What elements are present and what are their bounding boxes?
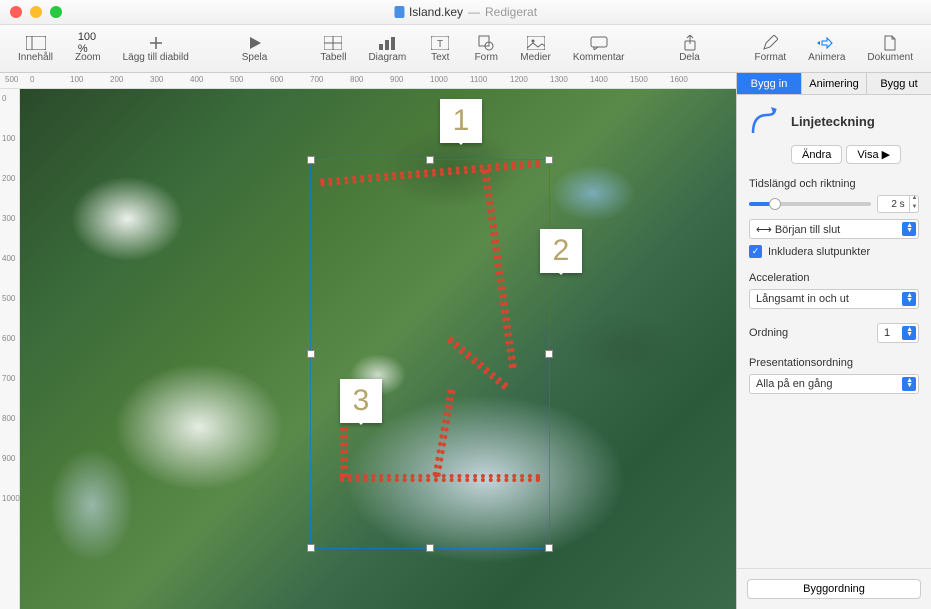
direction-select[interactable]: ⟷ Början till slut ▲▼	[749, 219, 919, 239]
resize-handle[interactable]	[545, 350, 553, 358]
play-icon	[245, 34, 265, 52]
inspector-tabs: Bygg in Animering Bygg ut	[737, 73, 931, 95]
text-button[interactable]: T Text	[418, 32, 462, 65]
build-order-button[interactable]: Byggordning	[747, 579, 921, 599]
comment-button[interactable]: Kommentar	[563, 32, 635, 65]
duration-field[interactable]: 2 s ▲▼	[877, 195, 919, 213]
map-marker-2[interactable]: 2	[540, 229, 582, 273]
resize-handle[interactable]	[545, 544, 553, 552]
order-select[interactable]: 1 ▲▼	[877, 323, 919, 343]
svg-text:T: T	[437, 39, 443, 50]
panels-icon	[26, 34, 46, 52]
resize-handle[interactable]	[426, 544, 434, 552]
map-marker-1[interactable]: 1	[440, 99, 482, 143]
animate-button[interactable]: Animera	[798, 32, 855, 65]
window-controls	[10, 6, 62, 18]
share-icon	[680, 34, 700, 52]
duration-stepper[interactable]: ▲▼	[909, 195, 919, 213]
edit-status: Redigerat	[485, 5, 537, 19]
ruler-vertical: 0 100 200 300 400 500 600 700 800 900 10…	[0, 89, 20, 609]
resize-handle[interactable]	[426, 156, 434, 164]
play-button[interactable]: Spela	[232, 32, 278, 65]
canvas[interactable]: 500 0 100 200 300 400 500 600 700 800 90…	[0, 73, 736, 609]
resize-handle[interactable]	[307, 350, 315, 358]
tab-build-out[interactable]: Bygg ut	[867, 73, 931, 94]
toolbar: Innehåll 100 % Zoom Lägg till diabild Sp…	[0, 25, 931, 73]
line-draw-icon	[749, 105, 781, 137]
slider-thumb[interactable]	[769, 198, 781, 210]
preview-button[interactable]: Visa ▶	[846, 145, 901, 164]
filename: Island.key	[409, 5, 463, 19]
plus-icon	[146, 34, 166, 52]
format-button[interactable]: Format	[744, 32, 796, 65]
shape-icon	[476, 34, 496, 52]
add-slide-button[interactable]: Lägg till diabild	[113, 32, 199, 65]
inspector-panel: Bygg in Animering Bygg ut Linjeteckning …	[736, 73, 931, 609]
close-icon[interactable]	[10, 6, 22, 18]
duration-label: Tidslängd och riktning	[749, 178, 919, 190]
minimize-icon[interactable]	[30, 6, 42, 18]
tab-build-in[interactable]: Bygg in	[737, 73, 802, 94]
table-button[interactable]: Tabell	[310, 32, 356, 65]
include-endpoints-checkbox[interactable]: ✓	[749, 245, 762, 258]
document-icon	[394, 6, 404, 18]
ruler-horizontal: 500 0 100 200 300 400 500 600 700 800 90…	[0, 73, 736, 89]
zoom-button[interactable]: 100 % Zoom	[65, 32, 111, 65]
shape-button[interactable]: Form	[464, 32, 508, 65]
text-icon: T	[430, 34, 450, 52]
brush-icon	[760, 34, 780, 52]
titlebar: Island.key — Redigerat	[0, 0, 931, 25]
zoom-value: 100 %	[78, 34, 98, 52]
change-button[interactable]: Ändra	[791, 145, 842, 164]
document-icon	[880, 34, 900, 52]
map-marker-3[interactable]: 3	[340, 379, 382, 423]
selection-box[interactable]	[310, 159, 550, 549]
effect-name: Linjeteckning	[791, 114, 919, 129]
chart-icon	[377, 34, 397, 52]
document-button[interactable]: Dokument	[857, 32, 923, 65]
resize-handle[interactable]	[307, 156, 315, 164]
media-icon	[526, 34, 546, 52]
include-endpoints-label: Inkludera slutpunkter	[768, 246, 870, 258]
comment-icon	[589, 34, 609, 52]
table-icon	[323, 34, 343, 52]
window-title: Island.key — Redigerat	[394, 5, 537, 19]
chart-button[interactable]: Diagram	[358, 32, 416, 65]
media-button[interactable]: Medier	[510, 32, 561, 65]
tab-action[interactable]: Animering	[802, 73, 867, 94]
order-label: Ordning	[749, 327, 788, 339]
resize-handle[interactable]	[545, 156, 553, 164]
slide-content[interactable]: 1 2 3	[20, 89, 736, 609]
duration-slider[interactable]	[749, 202, 871, 206]
share-button[interactable]: Dela	[668, 32, 712, 65]
delivery-select[interactable]: Alla på en gång ▲▼	[749, 374, 919, 394]
acceleration-label: Acceleration	[749, 272, 919, 284]
view-button[interactable]: Innehåll	[8, 32, 63, 65]
acceleration-select[interactable]: Långsamt in och ut ▲▼	[749, 289, 919, 309]
animate-icon	[817, 34, 837, 52]
maximize-icon[interactable]	[50, 6, 62, 18]
resize-handle[interactable]	[307, 544, 315, 552]
delivery-label: Presentationsordning	[749, 357, 919, 369]
